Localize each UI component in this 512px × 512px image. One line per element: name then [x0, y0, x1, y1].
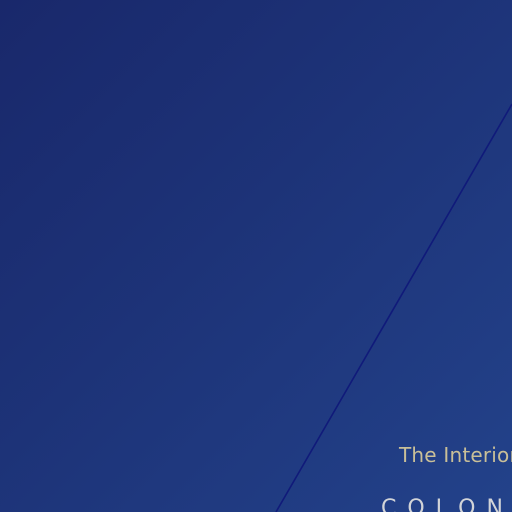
cover-background: The Interior COLONIE: [0, 0, 512, 512]
tagline-text: The Interior: [399, 443, 512, 467]
diagonal-line: [275, 103, 512, 512]
brand-wordmark: COLONIE: [381, 496, 512, 512]
